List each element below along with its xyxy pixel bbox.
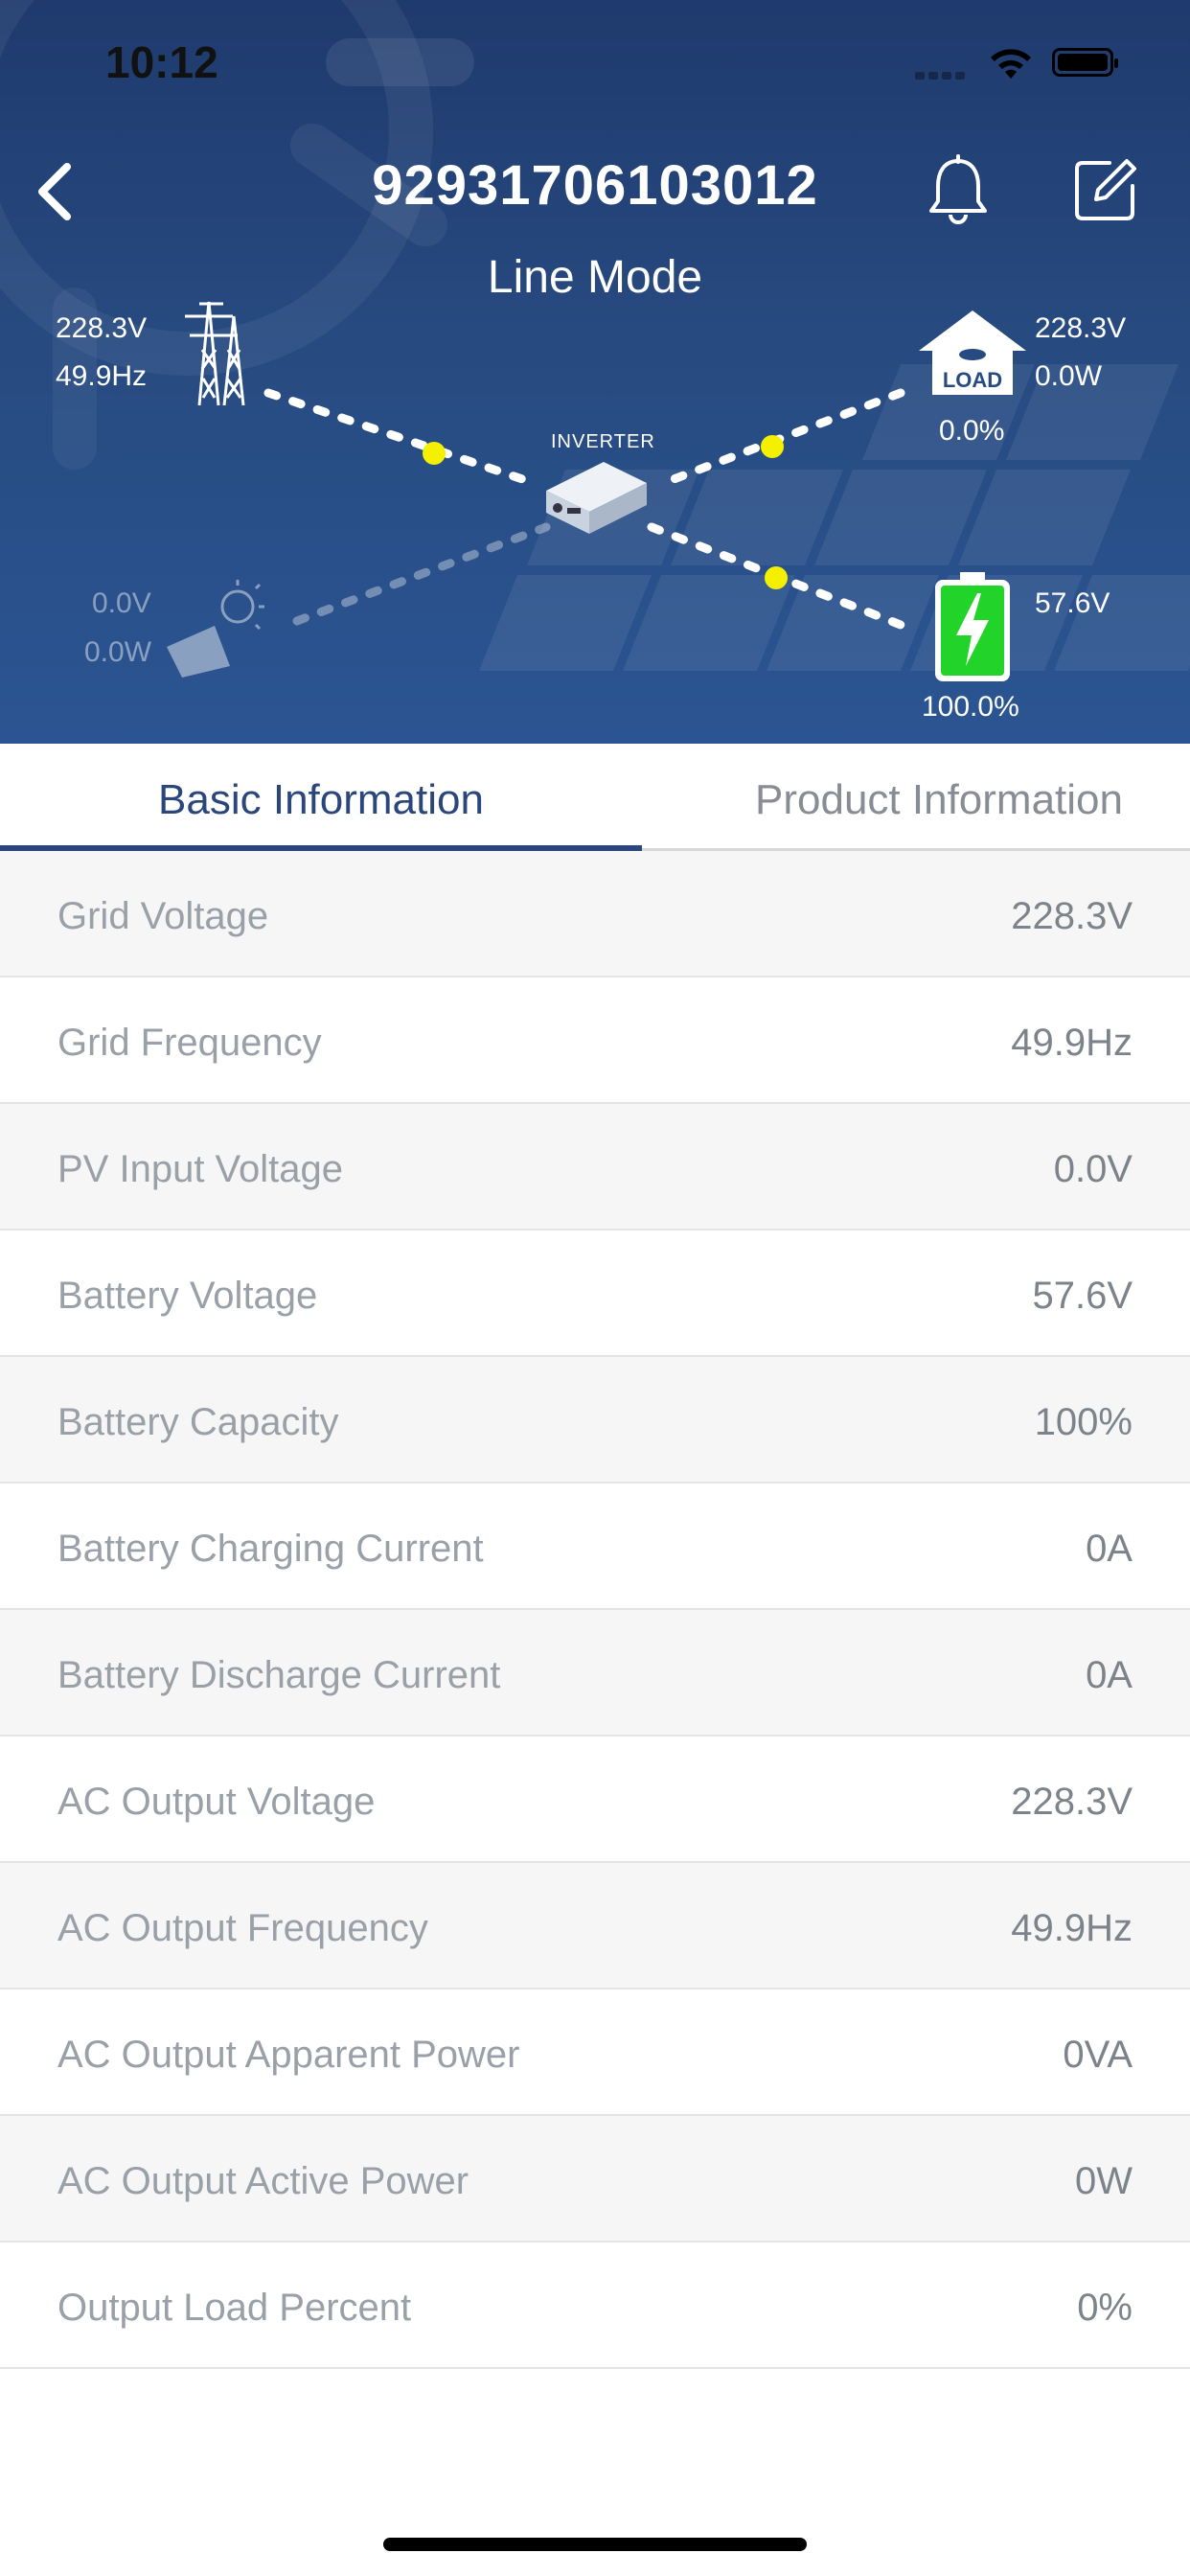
battery-icon [935, 572, 1010, 681]
tab-basic-information[interactable]: Basic Information [0, 744, 642, 851]
list-item: AC Output Voltage 228.3V [0, 1736, 1190, 1863]
row-value: 49.9Hz [1011, 1907, 1133, 1949]
row-label: AC Output Active Power [57, 2160, 469, 2202]
row-label: Grid Frequency [57, 1022, 322, 1064]
pv-power: 0.0W [84, 636, 152, 668]
row-value: 228.3V [1011, 895, 1133, 937]
row-value: 228.3V [1011, 1781, 1133, 1823]
list-item: Grid Voltage 228.3V [0, 851, 1190, 978]
load-percent: 0.0% [939, 415, 1005, 447]
list-item: AC Output Apparent Power 0VA [0, 1990, 1190, 2116]
inverter-icon [546, 462, 647, 534]
power-tower-icon [185, 301, 245, 406]
grid-frequency: 49.9Hz [56, 360, 148, 392]
flow-dot [765, 566, 788, 589]
row-value: 0VA [1063, 2034, 1133, 2076]
row-value: 100% [1034, 1401, 1133, 1443]
row-value: 0.0V [1053, 1148, 1133, 1190]
row-label: Output Load Percent [57, 2287, 412, 2329]
row-label: AC Output Voltage [57, 1781, 376, 1823]
load-label: LOAD [942, 368, 1003, 392]
load-power: 0.0W [1035, 360, 1103, 392]
row-label: Grid Voltage [57, 895, 269, 937]
row-value: 57.6V [1032, 1275, 1133, 1317]
row-value: 0% [1077, 2287, 1133, 2329]
row-label: PV Input Voltage [57, 1148, 344, 1190]
list-item: Battery Capacity 100% [0, 1357, 1190, 1484]
grid-voltage: 228.3V [56, 312, 148, 344]
list-item: AC Output Frequency 49.9Hz [0, 1863, 1190, 1990]
header-panel: 10:12 92931706103012 Line Mode 228.3V 49… [0, 0, 1190, 744]
row-value: 0A [1086, 1654, 1133, 1696]
tab-product-information[interactable]: Product Information [642, 744, 1190, 851]
row-value: 0W [1075, 2160, 1133, 2202]
row-value: 0A [1086, 1528, 1133, 1570]
basic-information-list: Grid Voltage 228.3V Grid Frequency 49.9Hz … [0, 851, 1190, 2369]
battery-percent: 100.0% [922, 691, 1019, 723]
row-value: 49.9Hz [1011, 1022, 1133, 1064]
battery-voltage: 57.6V [1035, 587, 1110, 619]
row-label: Battery Charging Current [57, 1528, 484, 1570]
flow-dot [761, 435, 784, 458]
list-item: Battery Discharge Current 0A [0, 1610, 1190, 1736]
tab-bar: Basic Information Product Information [0, 744, 1190, 851]
flow-dot [423, 442, 446, 465]
pv-voltage: 0.0V [92, 587, 151, 619]
list-item: PV Input Voltage 0.0V [0, 1104, 1190, 1230]
list-item: AC Output Active Power 0W [0, 2116, 1190, 2242]
row-label: Battery Discharge Current [57, 1654, 501, 1696]
load-voltage: 228.3V [1035, 312, 1127, 344]
row-label: AC Output Frequency [57, 1907, 428, 1949]
row-label: Battery Voltage [57, 1275, 318, 1317]
home-indicator[interactable] [383, 2538, 807, 2551]
row-label: Battery Capacity [57, 1401, 339, 1443]
list-item: Output Load Percent 0% [0, 2242, 1190, 2369]
row-label: AC Output Apparent Power [57, 2034, 520, 2076]
list-item: Grid Frequency 49.9Hz [0, 978, 1190, 1104]
solar-panel-icon [167, 580, 264, 678]
list-item: Battery Charging Current 0A [0, 1484, 1190, 1610]
list-item: Battery Voltage 57.6V [0, 1230, 1190, 1357]
inverter-label: INVERTER [551, 431, 655, 452]
